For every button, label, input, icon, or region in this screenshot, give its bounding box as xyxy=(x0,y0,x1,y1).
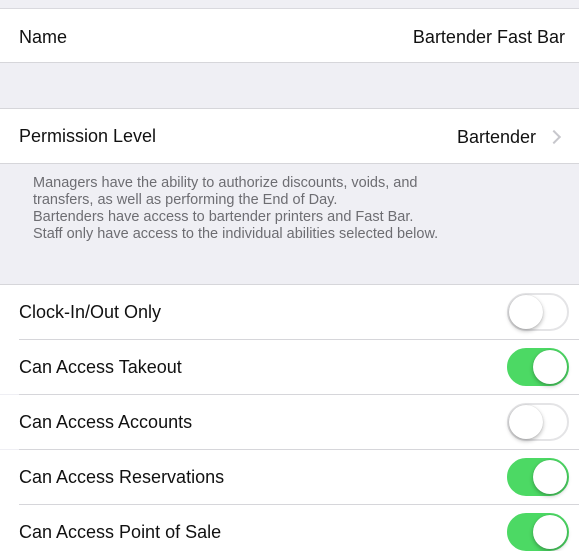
ability-label: Can Access Takeout xyxy=(19,357,182,377)
name-label: Name xyxy=(19,27,68,47)
ability-row-accounts: Can Access Accounts xyxy=(0,395,579,449)
ability-row-takeout: Can Access Takeout xyxy=(0,340,579,394)
permission-description: Managers have the ability to authorize d… xyxy=(33,175,553,243)
ability-row-point-of-sale: Can Access Point of Sale xyxy=(0,505,579,551)
section-divider xyxy=(0,163,579,164)
permission-description-line: Staff only have access to the individual… xyxy=(33,226,439,242)
clock-in-out-only-toggle[interactable] xyxy=(507,293,569,331)
name-row[interactable]: Name Bartender Fast Bar xyxy=(0,9,579,62)
section-divider xyxy=(0,62,579,63)
ability-label: Clock-In/Out Only xyxy=(19,302,162,322)
ability-label: Can Access Reservations xyxy=(19,467,225,487)
toggle-knob xyxy=(509,295,543,329)
toggle-knob xyxy=(533,515,567,549)
can-access-takeout-toggle[interactable] xyxy=(507,348,569,386)
toggle-knob xyxy=(533,460,567,494)
toggle-knob xyxy=(533,350,567,384)
toggle-knob xyxy=(509,405,543,439)
ability-label: Can Access Point of Sale xyxy=(19,522,222,542)
name-value[interactable]: Bartender Fast Bar xyxy=(413,27,565,48)
chevron-right-icon xyxy=(546,129,562,145)
employee-settings-screen: Name Bartender Fast Bar Permission Level… xyxy=(0,0,579,551)
permission-description-line: Bartenders have access to bartender prin… xyxy=(33,209,414,225)
ability-row-clock-in-out: Clock-In/Out Only xyxy=(0,285,579,340)
permission-description-line: transfers, as well as performing the End… xyxy=(33,192,338,208)
permission-description-line: Managers have the ability to authorize d… xyxy=(33,175,418,191)
permission-level-label: Permission Level xyxy=(19,126,157,146)
ability-label: Can Access Accounts xyxy=(19,412,193,432)
ability-row-reservations: Can Access Reservations xyxy=(0,450,579,505)
can-access-point-of-sale-toggle[interactable] xyxy=(507,513,569,551)
permission-level-row[interactable]: Permission Level Bartender xyxy=(0,109,579,163)
can-access-reservations-toggle[interactable] xyxy=(507,458,569,496)
permission-level-value: Bartender xyxy=(456,127,536,147)
can-access-accounts-toggle[interactable] xyxy=(507,403,569,441)
